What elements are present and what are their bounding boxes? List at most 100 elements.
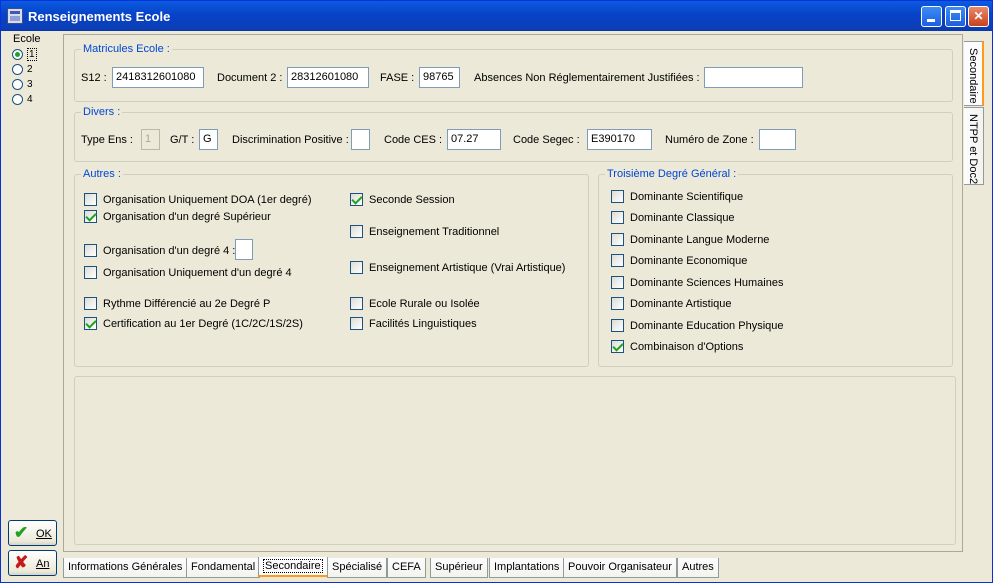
checkbox-box[interactable] bbox=[350, 261, 363, 274]
document2-field[interactable]: 28312601080 bbox=[287, 67, 369, 88]
checkbox-label: Organisation d'un degré 4 : bbox=[103, 244, 236, 257]
side-tab-label: NTPP et Doc2 bbox=[967, 114, 979, 185]
radio-label: 3 bbox=[27, 79, 33, 90]
checkbox-box[interactable] bbox=[611, 297, 624, 310]
checkbox-box[interactable] bbox=[611, 254, 624, 267]
ecole-radio-1[interactable]: 1 bbox=[12, 48, 37, 63]
checkbox-box[interactable] bbox=[84, 244, 97, 257]
checkbox-label: Ecole Rurale ou Isolée bbox=[369, 297, 480, 310]
superieur-checkbox[interactable]: Organisation d'un degré Supérieur bbox=[84, 210, 271, 224]
tab-specialise[interactable]: Spécialisé bbox=[327, 558, 388, 578]
combinaison-options-checkbox[interactable]: Combinaison d'Options bbox=[611, 340, 743, 354]
seconde-session-checkbox[interactable]: Seconde Session bbox=[350, 193, 455, 207]
radio-label: 4 bbox=[27, 94, 33, 105]
linguistiques-checkbox[interactable]: Facilités Linguistiques bbox=[350, 317, 477, 331]
radio-indicator[interactable] bbox=[12, 64, 23, 75]
uniquement-degre4-checkbox[interactable]: Organisation Uniquement d'un degré 4 bbox=[84, 266, 292, 280]
tab-secondaire[interactable]: Secondaire bbox=[258, 557, 328, 577]
s12-field[interactable]: 2418312601080 bbox=[112, 67, 204, 88]
maximize-button[interactable] bbox=[945, 6, 966, 27]
window-title: Renseignements Ecole bbox=[28, 9, 171, 24]
tab-label: Implantations bbox=[494, 561, 560, 573]
side-tab-label: Secondaire bbox=[967, 48, 979, 104]
troisieme-legend: Troisième Degré Général : bbox=[605, 168, 739, 180]
tab-label: Fondamental bbox=[191, 561, 256, 573]
discrimination-field[interactable] bbox=[351, 129, 370, 150]
ecole-radio-3[interactable]: 3 bbox=[12, 79, 33, 93]
type-ens-field[interactable]: 1 bbox=[141, 129, 160, 150]
matricules-group: Matricules Ecole : S12 : 2418312601080 D… bbox=[74, 43, 953, 102]
absences-field[interactable] bbox=[704, 67, 803, 88]
tab-autres[interactable]: Autres bbox=[677, 558, 719, 578]
tab-label: Secondaire bbox=[263, 559, 323, 573]
cross-icon: ✘ bbox=[14, 553, 29, 572]
checkbox-box[interactable] bbox=[611, 211, 624, 224]
rythme-checkbox[interactable]: Rythme Différencié au 2e Degré P bbox=[84, 297, 270, 311]
certification-checkbox[interactable]: Certification au 1er Degré (1C/2C/1S/2S) bbox=[84, 317, 303, 331]
minimize-button[interactable] bbox=[921, 6, 942, 27]
type-ens-label: Type Ens : bbox=[81, 134, 133, 146]
checkbox-box[interactable] bbox=[84, 266, 97, 279]
ecole-radio-4[interactable]: 4 bbox=[12, 94, 33, 108]
dominante-education-physique-checkbox[interactable]: Dominante Education Physique bbox=[611, 319, 783, 333]
divers-group: Divers : Type Ens : 1 G/T : G Discrimina… bbox=[74, 106, 953, 162]
tab-implantations[interactable]: Implantations bbox=[489, 558, 565, 578]
dominante-langue-moderne-checkbox[interactable]: Dominante Langue Moderne bbox=[611, 233, 769, 247]
checkbox-label: Facilités Linguistiques bbox=[369, 317, 477, 330]
checkbox-box[interactable] bbox=[350, 193, 363, 206]
dominante-sciences-humaines-checkbox[interactable]: Dominante Sciences Humaines bbox=[611, 276, 783, 290]
traditionnel-checkbox[interactable]: Enseignement Traditionnel bbox=[350, 225, 499, 239]
checkbox-box[interactable] bbox=[84, 297, 97, 310]
code-segec-field[interactable]: E390170 bbox=[587, 129, 652, 150]
gt-field[interactable]: G bbox=[199, 129, 218, 150]
code-ces-field[interactable]: 07.27 bbox=[447, 129, 501, 150]
checkmark-icon: ✔ bbox=[14, 523, 29, 542]
dominante-artistique-checkbox[interactable]: Dominante Artistique bbox=[611, 297, 732, 311]
matricules-legend: Matricules Ecole : bbox=[81, 43, 172, 55]
ok-button[interactable]: ✔ OK bbox=[8, 520, 57, 546]
tab-cefa[interactable]: CEFA bbox=[387, 558, 426, 578]
ok-label: OK bbox=[36, 528, 52, 540]
ecole-radio-2[interactable]: 2 bbox=[12, 64, 33, 78]
empty-panel bbox=[74, 376, 956, 545]
radio-indicator[interactable] bbox=[12, 49, 23, 60]
tab-informations-generales[interactable]: Informations Générales bbox=[63, 558, 188, 578]
checkbox-label: Combinaison d'Options bbox=[630, 340, 744, 353]
checkbox-box[interactable] bbox=[350, 225, 363, 238]
radio-label: 1 bbox=[27, 48, 37, 61]
autres-legend: Autres : bbox=[81, 168, 123, 180]
checkbox-box[interactable] bbox=[350, 317, 363, 330]
tab-pouvoir-organisateur[interactable]: Pouvoir Organisateur bbox=[563, 558, 677, 578]
dominante-classique-checkbox[interactable]: Dominante Classique bbox=[611, 211, 735, 225]
tab-fondamental[interactable]: Fondamental bbox=[186, 558, 261, 578]
rurale-checkbox[interactable]: Ecole Rurale ou Isolée bbox=[350, 297, 480, 311]
checkbox-box[interactable] bbox=[611, 233, 624, 246]
fase-field[interactable]: 98765 bbox=[419, 67, 460, 88]
checkbox-label: Organisation d'un degré Supérieur bbox=[103, 210, 271, 223]
checkbox-box[interactable] bbox=[611, 276, 624, 289]
side-tab-secondaire[interactable]: Secondaire bbox=[964, 41, 984, 106]
degre4-field[interactable] bbox=[235, 239, 253, 260]
checkbox-box[interactable] bbox=[84, 193, 97, 206]
checkbox-box[interactable] bbox=[611, 190, 624, 203]
cancel-button[interactable]: ✘ An bbox=[8, 550, 57, 576]
document2-label: Document 2 : bbox=[217, 72, 283, 84]
radio-indicator[interactable] bbox=[12, 79, 23, 90]
zone-field[interactable] bbox=[759, 129, 796, 150]
dominante-economique-checkbox[interactable]: Dominante Economique bbox=[611, 254, 747, 268]
artistique-checkbox[interactable]: Enseignement Artistique (Vrai Artistique… bbox=[350, 261, 565, 275]
checkbox-box[interactable] bbox=[611, 319, 624, 332]
doa-checkbox[interactable]: Organisation Uniquement DOA (1er degré) bbox=[84, 193, 312, 207]
checkbox-box[interactable] bbox=[84, 210, 97, 223]
discrimination-label: Discrimination Positive : bbox=[232, 134, 349, 146]
checkbox-label: Dominante Langue Moderne bbox=[630, 233, 770, 246]
tab-superieur[interactable]: Supérieur bbox=[430, 558, 488, 578]
side-tab-ntpp-doc2[interactable]: NTPP et Doc2 bbox=[964, 107, 984, 185]
checkbox-box[interactable] bbox=[350, 297, 363, 310]
degre4-checkbox[interactable]: Organisation d'un degré 4 : bbox=[84, 244, 235, 258]
checkbox-box[interactable] bbox=[84, 317, 97, 330]
dominante-scientifique-checkbox[interactable]: Dominante Scientifique bbox=[611, 190, 743, 204]
checkbox-box[interactable] bbox=[611, 340, 624, 353]
radio-indicator[interactable] bbox=[12, 94, 23, 105]
close-button[interactable]: ✕ bbox=[968, 6, 989, 27]
